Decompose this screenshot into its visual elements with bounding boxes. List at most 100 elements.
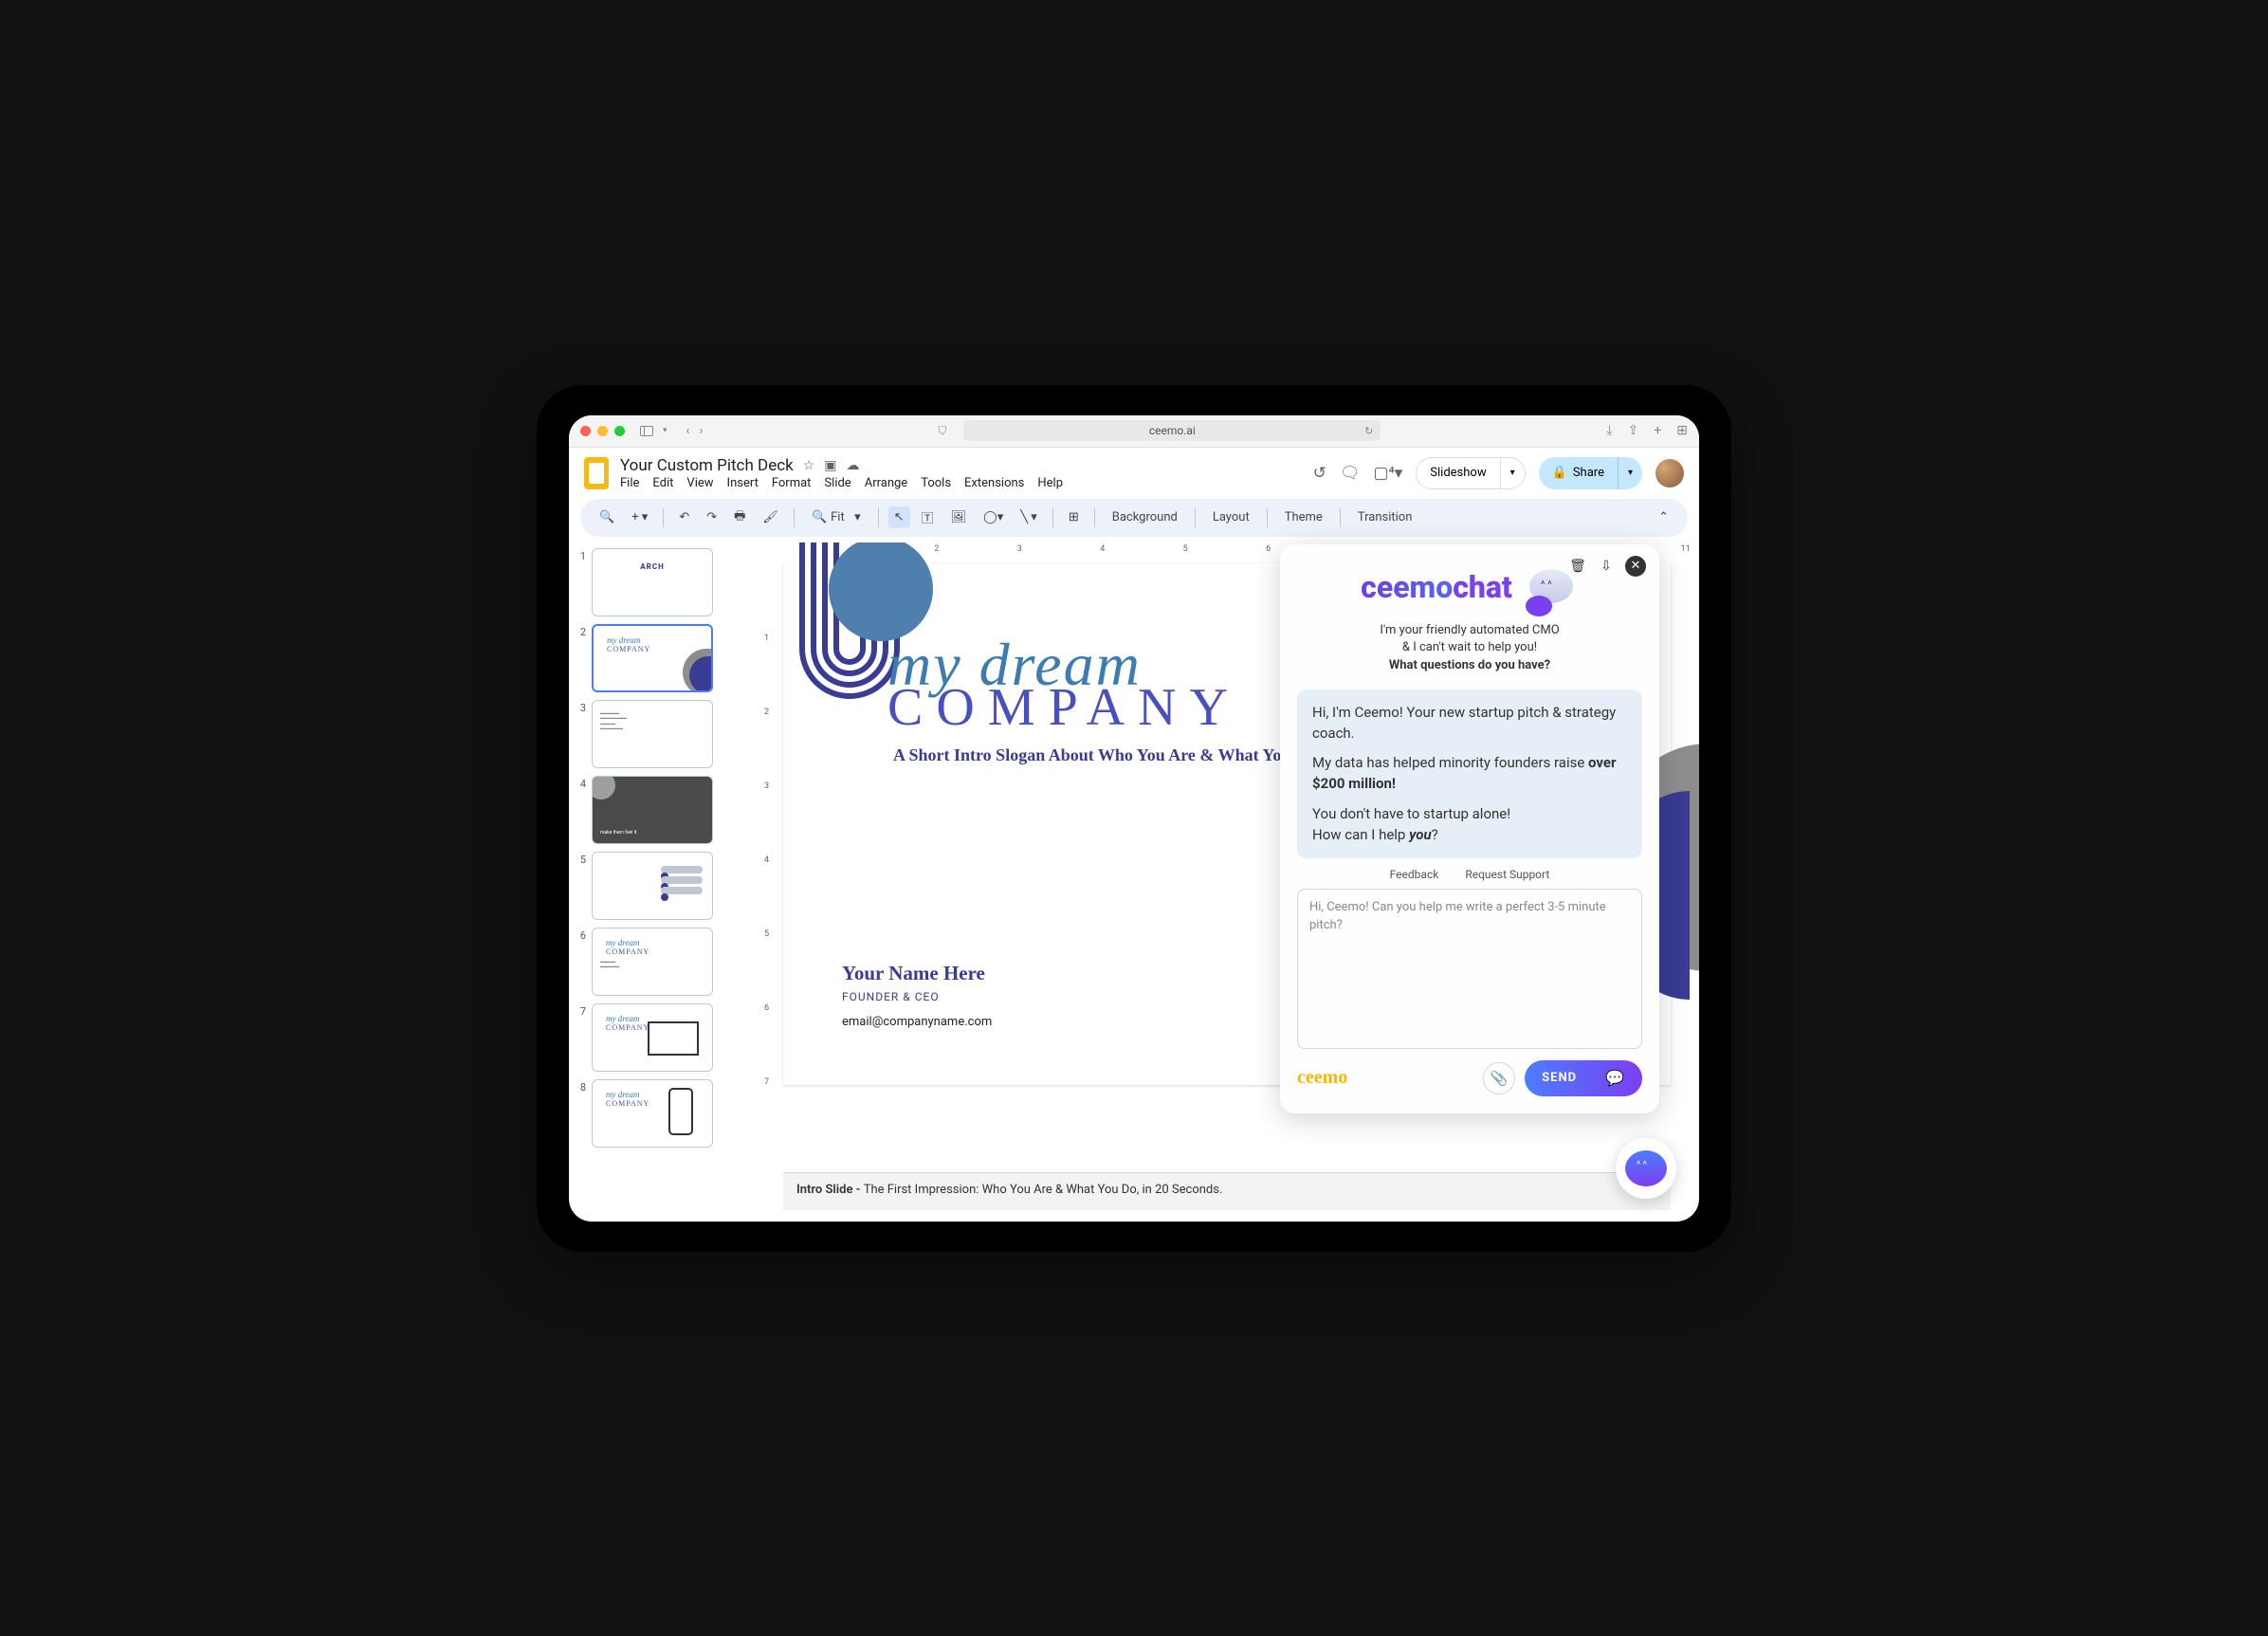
bot-mascot-icon <box>1522 569 1579 616</box>
thumb-number: 3 <box>576 700 586 768</box>
download-chat-icon[interactable]: ⇩ <box>1597 557 1616 576</box>
support-link[interactable]: Request Support <box>1465 868 1549 881</box>
slide-name: Your Name Here <box>842 962 985 985</box>
share-dropdown-icon[interactable]: ▾ <box>1618 457 1642 489</box>
menu-help[interactable]: Help <box>1037 476 1063 490</box>
notes-label: Intro Slide - <box>796 1183 864 1197</box>
shield-icon[interactable]: ⛉ <box>938 424 946 438</box>
ceemo-badge: ceemo <box>1297 1067 1473 1089</box>
slide-thumb-6[interactable]: my dreamCOMPANY▬▬▬▬▬▬▬▬▬ <box>592 928 713 996</box>
share-icon[interactable]: ⇪ <box>1628 423 1639 438</box>
transition-button[interactable]: Transition <box>1350 506 1420 528</box>
cloud-icon[interactable]: ☁ <box>847 458 860 473</box>
background-button[interactable]: Background <box>1105 506 1185 528</box>
thumb-number: 4 <box>576 776 586 844</box>
forward-button[interactable]: › <box>699 424 703 438</box>
back-button[interactable]: ‹ <box>686 424 690 438</box>
search-icon[interactable]: 🔍 <box>594 506 620 528</box>
menu-extensions[interactable]: Extensions <box>964 476 1024 490</box>
slide-thumb-8[interactable]: my dreamCOMPANY <box>592 1079 713 1148</box>
close-window-icon[interactable] <box>580 426 591 436</box>
slide-email: email@companyname.com <box>842 1015 992 1029</box>
comment-add-icon[interactable]: ⊞ <box>1063 506 1085 528</box>
chevron-down-icon[interactable]: ▾ <box>663 426 668 435</box>
comments-icon[interactable]: 🗨 <box>1340 464 1361 483</box>
thumb-number: 6 <box>576 928 586 996</box>
slide-thumb-7[interactable]: my dreamCOMPANY <box>592 1003 713 1072</box>
chat-input[interactable]: Hi, Ceemo! Can you help me write a perfe… <box>1297 889 1642 1048</box>
slideshow-button[interactable]: Slideshow ▾ <box>1416 457 1525 489</box>
textbox-icon[interactable]: 🅃 <box>916 505 940 530</box>
download-icon[interactable]: ⤓ <box>1606 423 1612 438</box>
menu-view[interactable]: View <box>686 476 713 490</box>
chat-links: Feedback Request Support <box>1297 868 1642 881</box>
send-button[interactable]: SEND 💬 <box>1525 1060 1642 1096</box>
attach-icon[interactable]: 📎 <box>1483 1062 1515 1094</box>
url-text: ceemo.ai <box>1149 424 1196 437</box>
shape-icon[interactable]: ◯▾ <box>978 506 1009 528</box>
new-slide-icon[interactable]: + ▾ <box>626 506 653 528</box>
image-icon[interactable]: 🖼 <box>945 506 973 528</box>
reload-icon[interactable]: ↻ <box>1364 425 1373 437</box>
toolbar: 🔍 + ▾ ↶ ↷ 🖶 🖌 🔍 Fit ▾ ↖ 🅃 🖼 ◯▾ ╲ ▾ ⊞ Bac… <box>580 499 1688 537</box>
slide-thumb-2[interactable]: my dreamCOMPANY <box>592 624 713 692</box>
circle-decoration <box>829 542 933 641</box>
tablet-frame: ▾ ‹ › ⛉ ceemo.ai ↻ ⤓ ⇪ + ⊞ Your Custom P… <box>537 385 1731 1252</box>
redo-icon[interactable]: ↷ <box>701 506 722 528</box>
notes-text: The First Impression: Who You Are & What… <box>864 1183 1223 1197</box>
chat-message: Hi, I'm Ceemo! Your new startup pitch & … <box>1297 689 1642 859</box>
star-icon[interactable]: ☆ <box>803 458 815 473</box>
menu-arrange[interactable]: Arrange <box>865 476 907 490</box>
window-controls <box>580 426 625 436</box>
layout-button[interactable]: Layout <box>1205 506 1257 528</box>
thumb-number: 8 <box>576 1079 586 1148</box>
slide-thumb-3[interactable]: ▬▬▬▬▬▬▬▬▬▬▬▬▬▬▬▬▬▬▬▬▬▬ <box>592 700 713 768</box>
menu-format[interactable]: Format <box>772 476 812 490</box>
sidebar-toggle-icon[interactable] <box>640 426 653 436</box>
slide-thumb-5[interactable] <box>592 852 713 920</box>
url-bar[interactable]: ceemo.ai ↻ <box>963 420 1381 441</box>
slide-role: FOUNDER & CEO <box>842 990 940 1003</box>
zoom-select[interactable]: 🔍 Fit ▾ <box>804 508 869 526</box>
maximize-window-icon[interactable] <box>614 426 625 436</box>
print-icon[interactable]: 🖶 <box>728 504 751 532</box>
close-chat-icon[interactable]: ✕ <box>1625 556 1646 577</box>
thumb-number: 2 <box>576 624 586 692</box>
select-tool-icon[interactable]: ↖ <box>888 506 910 528</box>
menu-insert[interactable]: Insert <box>727 476 759 490</box>
chat-panel: 🗑 ⇩ ✕ ceemochat I'm your friendly automa… <box>1280 544 1659 1113</box>
new-tab-icon[interactable]: + <box>1654 423 1661 438</box>
present-icon[interactable]: ▢⁴▾ <box>1373 464 1402 483</box>
paint-format-icon[interactable]: 🖌 <box>757 506 784 528</box>
thumb-number: 7 <box>576 1003 586 1072</box>
feedback-link[interactable]: Feedback <box>1390 868 1439 881</box>
user-avatar[interactable] <box>1655 459 1684 487</box>
menu-file[interactable]: File <box>620 476 639 490</box>
menu-edit[interactable]: Edit <box>652 476 673 490</box>
menu-slide[interactable]: Slide <box>824 476 850 490</box>
tabs-icon[interactable]: ⊞ <box>1676 423 1688 438</box>
line-icon[interactable]: ╲ ▾ <box>1015 506 1043 528</box>
slide-thumb-4[interactable]: make them feel it. <box>592 776 713 844</box>
collapse-toolbar-icon[interactable]: ⌃ <box>1653 506 1674 528</box>
ruler-vertical: 12 34 56 7 <box>762 567 776 1222</box>
chat-icon: 💬 <box>1605 1069 1625 1087</box>
thumb-number: 1 <box>576 548 586 616</box>
bot-icon <box>1625 1150 1667 1186</box>
lock-icon: 🔒 <box>1552 466 1567 480</box>
share-button[interactable]: 🔒Share ▾ <box>1539 457 1642 489</box>
floating-chat-button[interactable] <box>1616 1138 1676 1199</box>
slide-thumb-1[interactable]: ARCH <box>592 548 713 616</box>
minimize-window-icon[interactable] <box>597 426 608 436</box>
slide-title-2: COMPANY <box>887 677 1241 738</box>
history-icon[interactable]: ↺ <box>1313 464 1326 483</box>
undo-icon[interactable]: ↶ <box>673 506 695 528</box>
move-icon[interactable]: ▣ <box>824 458 836 473</box>
screen: ▾ ‹ › ⛉ ceemo.ai ↻ ⤓ ⇪ + ⊞ Your Custom P… <box>569 415 1699 1222</box>
slideshow-dropdown-icon[interactable]: ▾ <box>1501 468 1525 478</box>
slides-logo-icon[interactable] <box>584 457 609 489</box>
doc-title[interactable]: Your Custom Pitch Deck <box>620 456 794 475</box>
menu-tools[interactable]: Tools <box>921 476 951 490</box>
speaker-notes[interactable]: Intro Slide - The First Impression: Who … <box>783 1172 1671 1210</box>
theme-button[interactable]: Theme <box>1277 506 1330 528</box>
